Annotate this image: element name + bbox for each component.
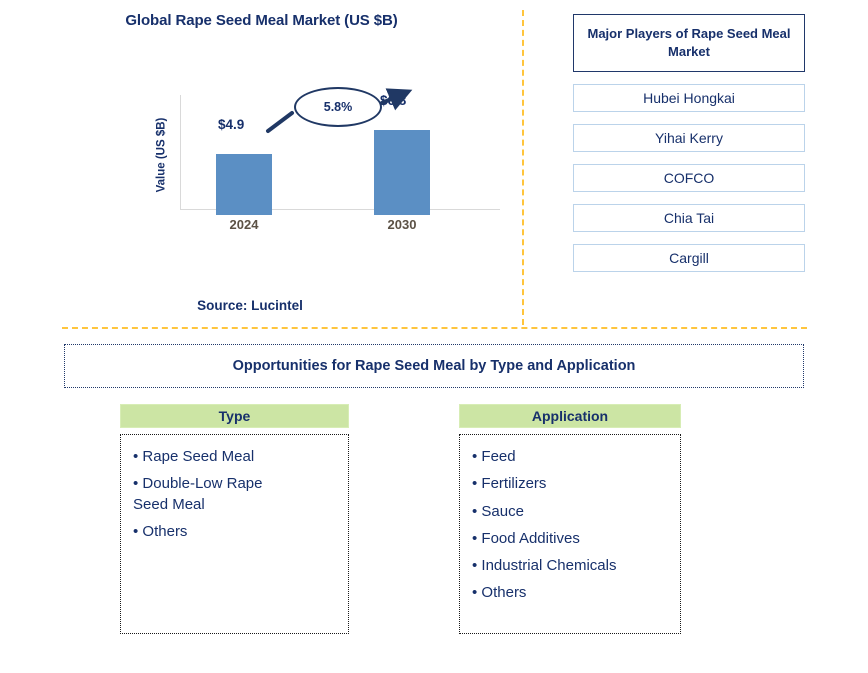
- major-players-header: Major Players of Rape Seed Meal Market: [573, 14, 805, 72]
- y-axis-label: Value (US $B): [152, 95, 170, 215]
- player-box[interactable]: Hubei Hongkai: [573, 84, 805, 112]
- source-note: Source: Lucintel: [197, 298, 303, 313]
- opportunities-banner: Opportunities for Rape Seed Meal by Type…: [64, 344, 804, 388]
- player-box[interactable]: COFCO: [573, 164, 805, 192]
- bar-2030: [374, 130, 430, 215]
- list-item: Fertilizers: [472, 474, 672, 494]
- opportunities-column-type: Type Rape Seed Meal Double-Low Rape Seed…: [120, 404, 349, 634]
- player-box[interactable]: Yihai Kerry: [573, 124, 805, 152]
- list-item: Others: [133, 522, 340, 542]
- column-header-application: Application: [459, 404, 681, 428]
- list-item: Rape Seed Meal: [133, 447, 340, 467]
- cagr-ellipse: 5.8%: [294, 87, 382, 127]
- cagr-annotation: 5.8%: [266, 87, 426, 139]
- player-box[interactable]: Cargill: [573, 244, 805, 272]
- cagr-value: 5.8%: [323, 100, 353, 114]
- list-item: Others: [472, 583, 672, 603]
- major-players-panel: Major Players of Rape Seed Meal Market H…: [573, 14, 805, 272]
- bar-chart-plot-area: Value (US $B) $4.9 $6.8 2024 2030 5.8%: [155, 87, 503, 232]
- opportunities-column-application: Application Feed Fertilizers Sauce Food …: [459, 404, 681, 634]
- y-axis-label-text: Value (US $B): [155, 117, 167, 193]
- divider-horizontal: [62, 327, 807, 329]
- player-box[interactable]: Chia Tai: [573, 204, 805, 232]
- list-item: Industrial Chemicals: [472, 556, 672, 576]
- y-axis-line: [180, 95, 181, 210]
- list-item: Feed: [472, 447, 672, 467]
- list-item: Food Additives: [472, 529, 672, 549]
- divider-vertical: [522, 10, 524, 325]
- x-tick-2030: 2030: [387, 217, 417, 232]
- column-header-type: Type: [120, 404, 349, 428]
- bar-2024: [216, 154, 272, 215]
- list-item: Double-Low Rape Seed Meal: [133, 474, 340, 515]
- bar-value-2024: $4.9: [218, 117, 245, 132]
- x-tick-2024: 2024: [229, 217, 259, 232]
- list-item: Sauce: [472, 502, 672, 522]
- chart-title: Global Rape Seed Meal Market (US $B): [125, 12, 398, 29]
- chart-panel: Global Rape Seed Meal Market (US $B) Val…: [0, 0, 523, 328]
- column-body-application: Feed Fertilizers Sauce Food Additives In…: [459, 434, 681, 634]
- column-body-type: Rape Seed Meal Double-Low Rape Seed Meal…: [120, 434, 349, 634]
